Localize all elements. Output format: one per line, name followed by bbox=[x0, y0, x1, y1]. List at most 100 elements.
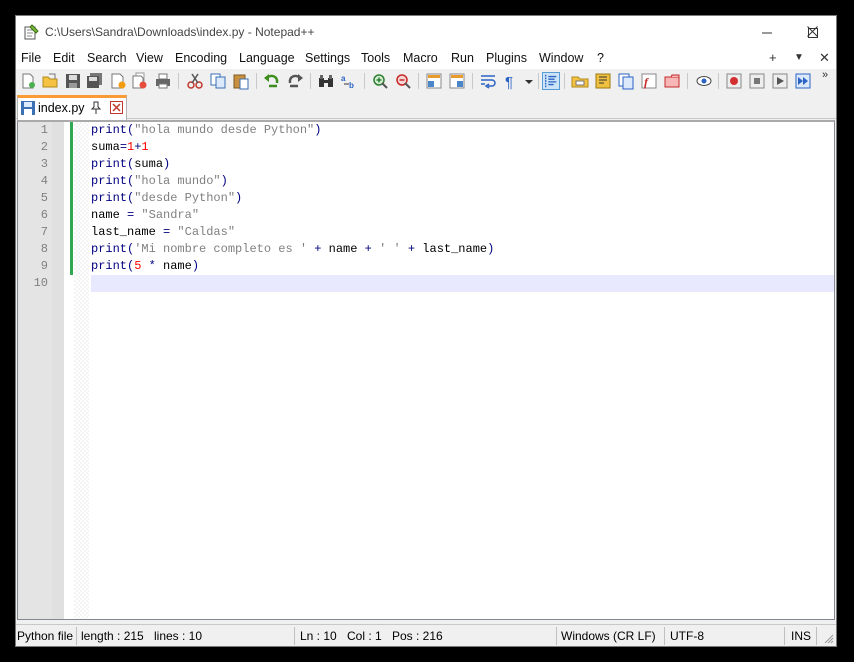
print-icon[interactable] bbox=[154, 72, 172, 90]
menu-window[interactable]: Window bbox=[539, 51, 583, 65]
status-eol[interactable]: Windows (CR LF) bbox=[561, 629, 656, 643]
save-icon[interactable] bbox=[64, 72, 82, 90]
close-all-icon[interactable] bbox=[131, 72, 149, 90]
code-text[interactable]: suma=1+1 bbox=[91, 140, 149, 154]
resize-grip-icon[interactable] bbox=[824, 634, 834, 644]
line-number: 4 bbox=[40, 174, 48, 188]
redo-icon[interactable] bbox=[286, 72, 304, 90]
zoom-out-icon[interactable] bbox=[394, 72, 412, 90]
sync-vertical-icon[interactable] bbox=[425, 72, 443, 90]
status-column: Col : 1 bbox=[347, 629, 382, 643]
menu-view[interactable]: View bbox=[136, 51, 163, 65]
cut-icon[interactable] bbox=[186, 72, 204, 90]
stop-macro-icon[interactable] bbox=[748, 72, 766, 90]
zoom-in-icon[interactable] bbox=[371, 72, 389, 90]
menu-plugins[interactable]: Plugins bbox=[486, 51, 527, 65]
svg-text:b: b bbox=[349, 81, 354, 90]
run-macro-multiple-icon[interactable] bbox=[794, 72, 812, 90]
code-line: 7 last_name = "Caldas" bbox=[18, 224, 834, 241]
status-separator bbox=[76, 627, 77, 645]
replace-icon[interactable]: ab bbox=[340, 72, 358, 90]
menu-run[interactable]: Run bbox=[451, 51, 474, 65]
folder-icon[interactable] bbox=[663, 72, 681, 90]
status-file-type: Python file bbox=[17, 629, 74, 643]
tab-list-dropdown[interactable]: ▼ bbox=[794, 52, 804, 63]
line-number: 7 bbox=[40, 225, 48, 239]
status-line: Ln : 10 bbox=[300, 629, 337, 643]
code-text[interactable]: last_name = "Caldas" bbox=[91, 225, 235, 239]
menu-macro[interactable]: Macro bbox=[403, 51, 438, 65]
line-number: 1 bbox=[40, 123, 48, 137]
code-text[interactable]: print("hola mundo") bbox=[91, 174, 228, 188]
open-file-icon[interactable] bbox=[41, 72, 59, 90]
code-text[interactable]: print('Mi nombre completo es ' + name + … bbox=[91, 242, 494, 256]
saved-file-icon bbox=[21, 101, 35, 115]
code-text[interactable]: print(suma) bbox=[91, 157, 170, 171]
new-tab-plus[interactable]: + bbox=[769, 50, 777, 65]
code-line: 3 print(suma) bbox=[18, 156, 834, 173]
find-icon[interactable] bbox=[317, 72, 335, 90]
toolbar-separator bbox=[418, 73, 419, 89]
menu-help[interactable]: ? bbox=[597, 51, 604, 65]
monitoring-icon[interactable] bbox=[695, 72, 713, 90]
code-line: 8 print('Mi nombre completo es ' + name … bbox=[18, 241, 834, 258]
menu-settings[interactable]: Settings bbox=[305, 51, 350, 65]
close-file-icon[interactable] bbox=[109, 72, 127, 90]
pin-icon[interactable] bbox=[90, 101, 102, 115]
close-doc-x[interactable]: ✕ bbox=[819, 50, 830, 66]
menu-language[interactable]: Language bbox=[239, 51, 295, 65]
menu-file[interactable]: File bbox=[21, 51, 41, 65]
save-all-icon[interactable] bbox=[86, 72, 104, 90]
record-macro-icon[interactable] bbox=[725, 72, 743, 90]
code-text[interactable]: print("hola mundo desde Python") bbox=[91, 123, 321, 137]
word-wrap-icon[interactable] bbox=[479, 72, 497, 90]
folder-as-workspace-icon[interactable] bbox=[571, 72, 589, 90]
new-file-icon[interactable] bbox=[19, 72, 37, 90]
code-text[interactable]: print("desde Python") bbox=[91, 191, 242, 205]
function-list-icon[interactable]: f bbox=[640, 72, 658, 90]
indent-guide-icon[interactable] bbox=[542, 72, 560, 90]
menu-search[interactable]: Search bbox=[87, 51, 127, 65]
code-line: 5 print("desde Python") bbox=[18, 190, 834, 207]
notepad-app-icon bbox=[24, 24, 39, 40]
line-number: 10 bbox=[33, 276, 48, 290]
sync-horizontal-icon[interactable] bbox=[448, 72, 466, 90]
toolbar-separator bbox=[687, 73, 688, 89]
tab-index-py[interactable]: index.py bbox=[17, 95, 127, 120]
notepad-window: C:\Users\Sandra\Downloads\index.py - Not… bbox=[15, 15, 837, 647]
line-number: 8 bbox=[40, 242, 48, 256]
status-encoding[interactable]: UTF-8 bbox=[670, 629, 704, 643]
toolbar-separator bbox=[364, 73, 365, 89]
code-line: 1 print("hola mundo desde Python") bbox=[18, 122, 834, 139]
minimize-button[interactable] bbox=[744, 16, 790, 49]
status-separator bbox=[556, 627, 557, 645]
code-editor[interactable]: 1 print("hola mundo desde Python") 2 sum… bbox=[17, 120, 835, 620]
code-text[interactable]: name = "Sandra" bbox=[91, 208, 199, 222]
toolbar-separator bbox=[472, 73, 473, 89]
copy-icon[interactable] bbox=[209, 72, 227, 90]
close-tab-icon[interactable] bbox=[110, 101, 123, 114]
status-position: Pos : 216 bbox=[392, 629, 443, 643]
close-window-button[interactable] bbox=[789, 15, 835, 48]
line-number: 2 bbox=[40, 140, 48, 154]
toolbar-overflow-button[interactable]: » bbox=[822, 69, 828, 81]
show-all-chars-icon[interactable]: ¶ bbox=[502, 72, 520, 90]
menu-tools[interactable]: Tools bbox=[361, 51, 390, 65]
menu-encoding[interactable]: Encoding bbox=[175, 51, 227, 65]
tab-label: index.py bbox=[38, 101, 85, 115]
paste-icon[interactable] bbox=[232, 72, 250, 90]
toolbar-separator bbox=[178, 73, 179, 89]
doc-map-icon[interactable] bbox=[594, 72, 612, 90]
menu-edit[interactable]: Edit bbox=[53, 51, 75, 65]
line-number: 3 bbox=[40, 157, 48, 171]
show-chars-dropdown-icon[interactable] bbox=[524, 72, 534, 90]
undo-icon[interactable] bbox=[263, 72, 281, 90]
code-text[interactable]: print(5 * name) bbox=[91, 259, 199, 273]
toolbar-separator bbox=[538, 73, 539, 89]
status-insert-mode[interactable]: INS bbox=[791, 629, 811, 643]
play-macro-icon[interactable] bbox=[771, 72, 789, 90]
code-line: 10 bbox=[18, 275, 834, 292]
doc-list-icon[interactable] bbox=[617, 72, 635, 90]
window-title: C:\Users\Sandra\Downloads\index.py - Not… bbox=[45, 25, 315, 39]
toolbar-separator bbox=[256, 73, 257, 89]
